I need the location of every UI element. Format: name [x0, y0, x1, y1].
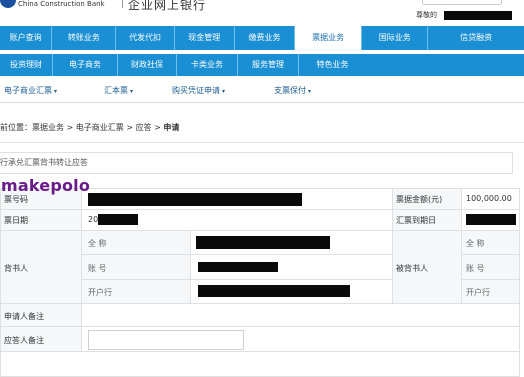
due-date-redaction — [466, 214, 516, 225]
issue-date-value: 20 — [88, 215, 99, 224]
makepolo-watermark: makepolo — [1, 176, 91, 195]
responder-note-label: 应答人备注 — [4, 336, 44, 345]
nav-account-query[interactable]: 账户查询 — [0, 26, 53, 50]
nav-electronic-bill[interactable]: 电子商业汇票 ▾ — [4, 80, 57, 102]
nav-check-guarantee[interactable]: 支票保付 ▾ — [274, 80, 311, 102]
nav-ecommerce[interactable]: 电子商务 — [53, 54, 118, 76]
nav-cash-management[interactable]: 现金管理 — [175, 26, 235, 50]
due-date-label: 汇票到期日 — [396, 216, 436, 225]
bill-number-label: 票号码 — [4, 195, 28, 204]
endorsee-bank-label: 开户行 — [466, 288, 490, 297]
chevron-down-icon: ▾ — [54, 88, 58, 95]
nav-investment[interactable]: 投资理财 — [0, 54, 53, 76]
applicant-note-label: 申请人备注 — [4, 312, 44, 321]
nav-voucher-apply-label: 购买凭证申请 — [172, 86, 220, 95]
nav-draft-label: 汇本票 — [104, 86, 128, 95]
user-name-redaction — [444, 11, 512, 20]
nav-payments[interactable]: 缴费业务 — [235, 26, 296, 50]
nav-service-management[interactable]: 服务管理 — [238, 54, 299, 76]
primary-nav: 账户查询 转账业务 代发代扣 现金管理 缴费业务 票据业务 国际业务 信贷融资 — [0, 26, 524, 50]
breadcrumb-divider — [0, 142, 524, 143]
user-greeting: 尊敬的 — [416, 11, 437, 19]
endorsee-name-label: 全 称 — [466, 239, 485, 248]
chevron-down-icon: ▾ — [308, 88, 312, 95]
header-utility-button[interactable] — [422, 0, 502, 5]
bank-logo-icon — [0, 0, 16, 8]
nav-international[interactable]: 国际业务 — [362, 26, 429, 50]
bill-amount-value: 100,000.00 — [466, 194, 512, 203]
endorser-bank-label: 开户行 — [88, 288, 112, 297]
endorser-label: 背书人 — [4, 264, 28, 273]
nav-credit[interactable]: 信贷融资 — [428, 26, 524, 50]
nav-check-guarantee-label: 支票保付 — [274, 86, 306, 95]
bank-name-en: China Construction Bank — [18, 0, 105, 8]
endorser-account-label: 账 号 — [88, 264, 107, 273]
chevron-down-icon: ▾ — [130, 88, 134, 95]
breadcrumb-current: 申请 — [163, 123, 180, 132]
nav-electronic-bill-label: 电子商业汇票 — [4, 86, 52, 95]
breadcrumb-path: 前位置：票据业务 > 电子商业汇票 > 应答 > — [0, 123, 164, 132]
bill-amount-label: 票据金额(元) — [396, 195, 443, 204]
endorser-name-redaction — [196, 236, 330, 249]
bill-response-form: 票号码 票据金额(元) 100,000.00 票日期 20 汇票到期日 背书人 … — [0, 188, 520, 377]
applicant-note-value-cell — [81, 303, 520, 327]
secondary-nav: 投资理财 电子商务 财政社保 卡类业务 服务管理 特色业务 — [0, 54, 524, 76]
bill-number-redaction — [88, 193, 302, 206]
page: China Construction Bank 企业网上银行 尊敬的 账户查询 … — [0, 0, 524, 377]
chevron-down-icon: ▾ — [222, 88, 226, 95]
header-divider — [122, 0, 123, 8]
endorser-bank-redaction — [198, 285, 350, 297]
nav-draft[interactable]: 汇本票 ▾ — [104, 80, 133, 102]
nav-special-services[interactable]: 特色业务 — [299, 54, 366, 76]
nav-payroll[interactable]: 代发代扣 — [116, 26, 175, 50]
form-bottom-row — [0, 351, 520, 377]
nav-transfer[interactable]: 转账业务 — [52, 26, 117, 50]
issue-date-label: 票日期 — [4, 216, 28, 225]
endorser-name-label: 全 称 — [88, 239, 107, 248]
nav-fiscal-social[interactable]: 财政社保 — [118, 54, 177, 76]
bank-name-cn: 企业网上银行 — [128, 0, 207, 12]
responder-note-input[interactable] — [88, 330, 244, 350]
header: China Construction Bank 企业网上银行 尊敬的 — [0, 0, 524, 26]
tertiary-nav: 电子商业汇票 ▾ 汇本票 ▾ 购买凭证申请 ▾ 支票保付 ▾ — [0, 80, 524, 103]
endorser-account-redaction — [198, 262, 278, 272]
nav-card-services[interactable]: 卡类业务 — [177, 54, 238, 76]
issue-date-redaction — [98, 214, 138, 225]
section-title: 行承兑汇票背书转让应答 — [0, 152, 513, 174]
endorsee-account-label: 账 号 — [466, 264, 485, 273]
endorsee-label: 被背书人 — [396, 264, 428, 273]
nav-voucher-apply[interactable]: 购买凭证申请 ▾ — [172, 80, 225, 102]
nav-bills[interactable]: 票据业务 — [295, 26, 363, 50]
breadcrumb: 前位置：票据业务 > 电子商业汇票 > 应答 > 申请 — [0, 118, 179, 138]
